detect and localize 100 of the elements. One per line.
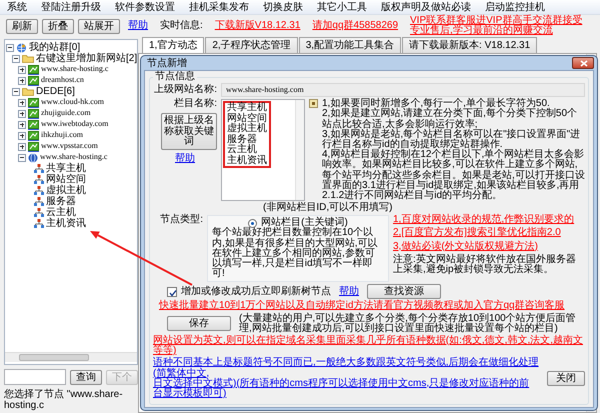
- language-link[interactable]: 网站设置为英文,则可以在指定域名采集里面采集几乎所有语种数据(如:俄文,德文,韩文,法文,越南文等等): [153, 336, 585, 356]
- close-dialog-button[interactable]: 关闭: [547, 371, 585, 386]
- image-icon: [28, 108, 39, 118]
- search-field[interactable]: [4, 369, 66, 385]
- close-button[interactable]: [572, 57, 594, 69]
- expand-toggle[interactable]: [18, 98, 26, 106]
- image-icon: [28, 76, 39, 86]
- tree-item[interactable]: ihkzhuji.com: [41, 131, 83, 140]
- expand-toggle[interactable]: [18, 142, 26, 150]
- query-button[interactable]: 查询: [70, 370, 102, 384]
- menu-item[interactable]: 登陆注册升级: [34, 0, 108, 14]
- image-icon: [28, 98, 39, 108]
- batch-link[interactable]: 快速批量建立10到1万个网站以及自动绑定id方法请看官方视频教程或加入官方qq群咨询客服: [153, 301, 585, 312]
- notice-text: 注意:英文网站最好将软件放在国外服务器上采集,避免ip被封锁导致无法采集。: [393, 254, 577, 276]
- guide-link[interactable]: 2,[百度官方发布]搜索引擎优化指南2.0: [393, 228, 585, 239]
- menu-item[interactable]: 启动监控挂机: [478, 0, 552, 14]
- expand-toggle[interactable]: [18, 154, 26, 162]
- dialog-title: 节点新增: [147, 58, 187, 68]
- menu-item[interactable]: 挂机采集发布: [182, 0, 256, 14]
- tree-item[interactable]: DEDE[6]: [36, 86, 75, 97]
- tree-item[interactable]: 网站空间: [46, 174, 86, 185]
- expand-toggle[interactable]: [6, 44, 14, 52]
- info-icon: [309, 99, 318, 108]
- expand-toggle[interactable]: [12, 88, 20, 96]
- scrollbar[interactable]: [5, 352, 137, 362]
- tab[interactable]: 2,子程序状态管理: [205, 37, 298, 53]
- sitemap-icon: [34, 186, 44, 195]
- sitemap-icon: [34, 219, 44, 228]
- field-label: 节点类型:: [159, 215, 203, 228]
- info-label: 实时信息:: [160, 21, 203, 31]
- tree-item[interactable]: www.iwebtoday.com: [41, 120, 108, 129]
- hint-text: (非网站栏目ID,可以不用填写): [262, 203, 394, 214]
- tree-item[interactable]: www.cloud-hk.com: [41, 98, 104, 107]
- info-link[interactable]: 请加qq群45858269: [312, 21, 398, 31]
- group-title: 节点信息: [153, 72, 197, 82]
- tree-item[interactable]: 共享主机: [46, 163, 86, 174]
- tree-item[interactable]: 主机资讯: [46, 218, 86, 229]
- tree-item[interactable]: 虚拟主机: [46, 185, 86, 196]
- menu-item[interactable]: 系统: [0, 0, 34, 14]
- note-text: 4,网站栏目最好控制在12个栏目以下,单个网站栏目太多会影响效率。如果网站栏目比较多,可以在软件上建立多个网站,每个站平均分配这些多余栏目。如果是老站,可以打开接口设置界面的3.1进行栏目与id提取绑定,如果该站栏目较多,再用2.1.2进行不同网站栏目与id的平均分配。: [322, 150, 585, 202]
- get-keywords-button[interactable]: 根据上级名称获取关键词: [161, 113, 217, 150]
- tree-item[interactable]: www.vpsstar.com: [41, 142, 98, 151]
- save-note-text: (大量建站的用户,可以先建立多个分类,每个分类存放10到100个站方便后面管理,网站批量创建成功后,可以到接口设置里面快速批量设置每个站的栏目): [239, 314, 577, 334]
- tree-item[interactable]: zhujiguide.com: [41, 109, 91, 118]
- field-label: 上级网站名称:: [153, 85, 217, 96]
- scrollbar[interactable]: [295, 100, 304, 200]
- image-icon: [28, 130, 39, 140]
- tree-item[interactable]: 服务器: [46, 196, 76, 207]
- menu-item[interactable]: 软件参数设置: [108, 0, 182, 14]
- expand-toggle[interactable]: [18, 110, 26, 118]
- guide-link[interactable]: 3,做站必读(外文站版权规避方法): [393, 242, 585, 252]
- expand-toggle[interactable]: [18, 76, 26, 84]
- radio-button[interactable]: [248, 218, 258, 228]
- description-text: 每个站最好把栏目数量控制在10个以内,如果是有很多栏目的大型网站,可以在软件上建立多个相同的网站,参数可以填写一样,只是栏目id填写不一样即可!: [212, 228, 379, 280]
- note-text: 3,如果网站是老站,每个站栏目名称可以在"接口设置界面"进行栏目名称与id的自动提取绑定站群操作.: [322, 130, 580, 150]
- toolbar-button[interactable]: 刷新: [6, 18, 38, 34]
- sitemap-icon: [34, 208, 44, 217]
- help-link[interactable]: 帮助: [128, 21, 148, 31]
- column-name-list: 共享主机 网站空间 虚拟主机 服务器 云主机 主机资讯: [227, 103, 267, 166]
- field-label: 栏目名称:: [174, 99, 217, 110]
- language-note-link[interactable]: 语种不同基本上是标题符号不同而已,一般绝大多数跟英文符号类似,后期会在做细化处理(简繁体中文,: [153, 358, 539, 379]
- language-note-link[interactable]: 日文选择中文模式)(所有语种的cms程序可以选择使用中文cms,只是修改对应语种的前台显示模板即可): [153, 378, 539, 400]
- sitemap-icon: [34, 164, 44, 173]
- info-link[interactable]: 下载新版V18.12.31: [214, 21, 300, 31]
- expand-toggle[interactable]: [12, 54, 20, 62]
- help-link[interactable]: 帮助: [175, 154, 195, 164]
- toolbar-button[interactable]: 折叠: [42, 18, 74, 34]
- folder-icon: [22, 87, 34, 96]
- globe-icon: [16, 42, 27, 52]
- expand-toggle[interactable]: [18, 120, 26, 128]
- column-name-field[interactable]: 共享主机 网站空间 虚拟主机 服务器 云主机 主机资讯: [221, 99, 305, 202]
- sitemap-icon: [34, 175, 44, 184]
- menu-item[interactable]: 其它小工具: [310, 0, 374, 14]
- info-link[interactable]: VIP联系群客服进VIP群高手交流群接受专业售后,学习最前沿的网赚交流: [410, 16, 586, 36]
- tree-item[interactable]: www.share-hosting.c: [40, 153, 108, 162]
- sitemap-icon: [34, 197, 44, 206]
- help-link[interactable]: 帮助: [339, 286, 359, 297]
- tree-item[interactable]: www.share-hosting.c: [41, 65, 108, 74]
- save-button[interactable]: 保存: [167, 316, 231, 332]
- guide-link[interactable]: 1,百度对网站收录的规范,作弊识别要求的: [393, 215, 585, 226]
- menu-item[interactable]: 切换皮肤: [256, 0, 310, 14]
- parent-site-field[interactable]: www.share-hosting.com: [221, 83, 585, 98]
- image-icon: [28, 142, 39, 152]
- note-text: 2,如果是建立网站,请建立在分类下面,每个分类下控制50个站点比较合适,太多会影响运行效率;: [322, 109, 578, 130]
- tab[interactable]: 3,配置功能工具集合: [298, 37, 402, 53]
- status-text: 您选择了节点 "www.share-hosting.c: [4, 389, 124, 411]
- tab[interactable]: 1,官方动态: [142, 37, 204, 53]
- tree-item[interactable]: dreamhost.cn: [41, 76, 84, 85]
- menu-item[interactable]: 版权声明及做站必读: [374, 0, 478, 14]
- checkbox[interactable]: [167, 286, 177, 297]
- expand-toggle[interactable]: [18, 66, 26, 74]
- tree-item[interactable]: 我的站群[0]: [29, 42, 80, 53]
- checkbox-label[interactable]: 增加或修改成功后立即刷新树节点: [181, 286, 331, 297]
- globe-icon: [28, 152, 38, 162]
- tree-item[interactable]: 云主机: [46, 207, 76, 218]
- expand-toggle[interactable]: [18, 132, 26, 140]
- toolbar-button[interactable]: 站展开: [78, 18, 120, 34]
- find-resources-button[interactable]: 查找资源: [367, 284, 441, 300]
- tree-item[interactable]: 右键这里增加新网站[2]: [36, 53, 137, 64]
- tab[interactable]: 请下载最新版本: V18.12.31: [402, 37, 538, 53]
